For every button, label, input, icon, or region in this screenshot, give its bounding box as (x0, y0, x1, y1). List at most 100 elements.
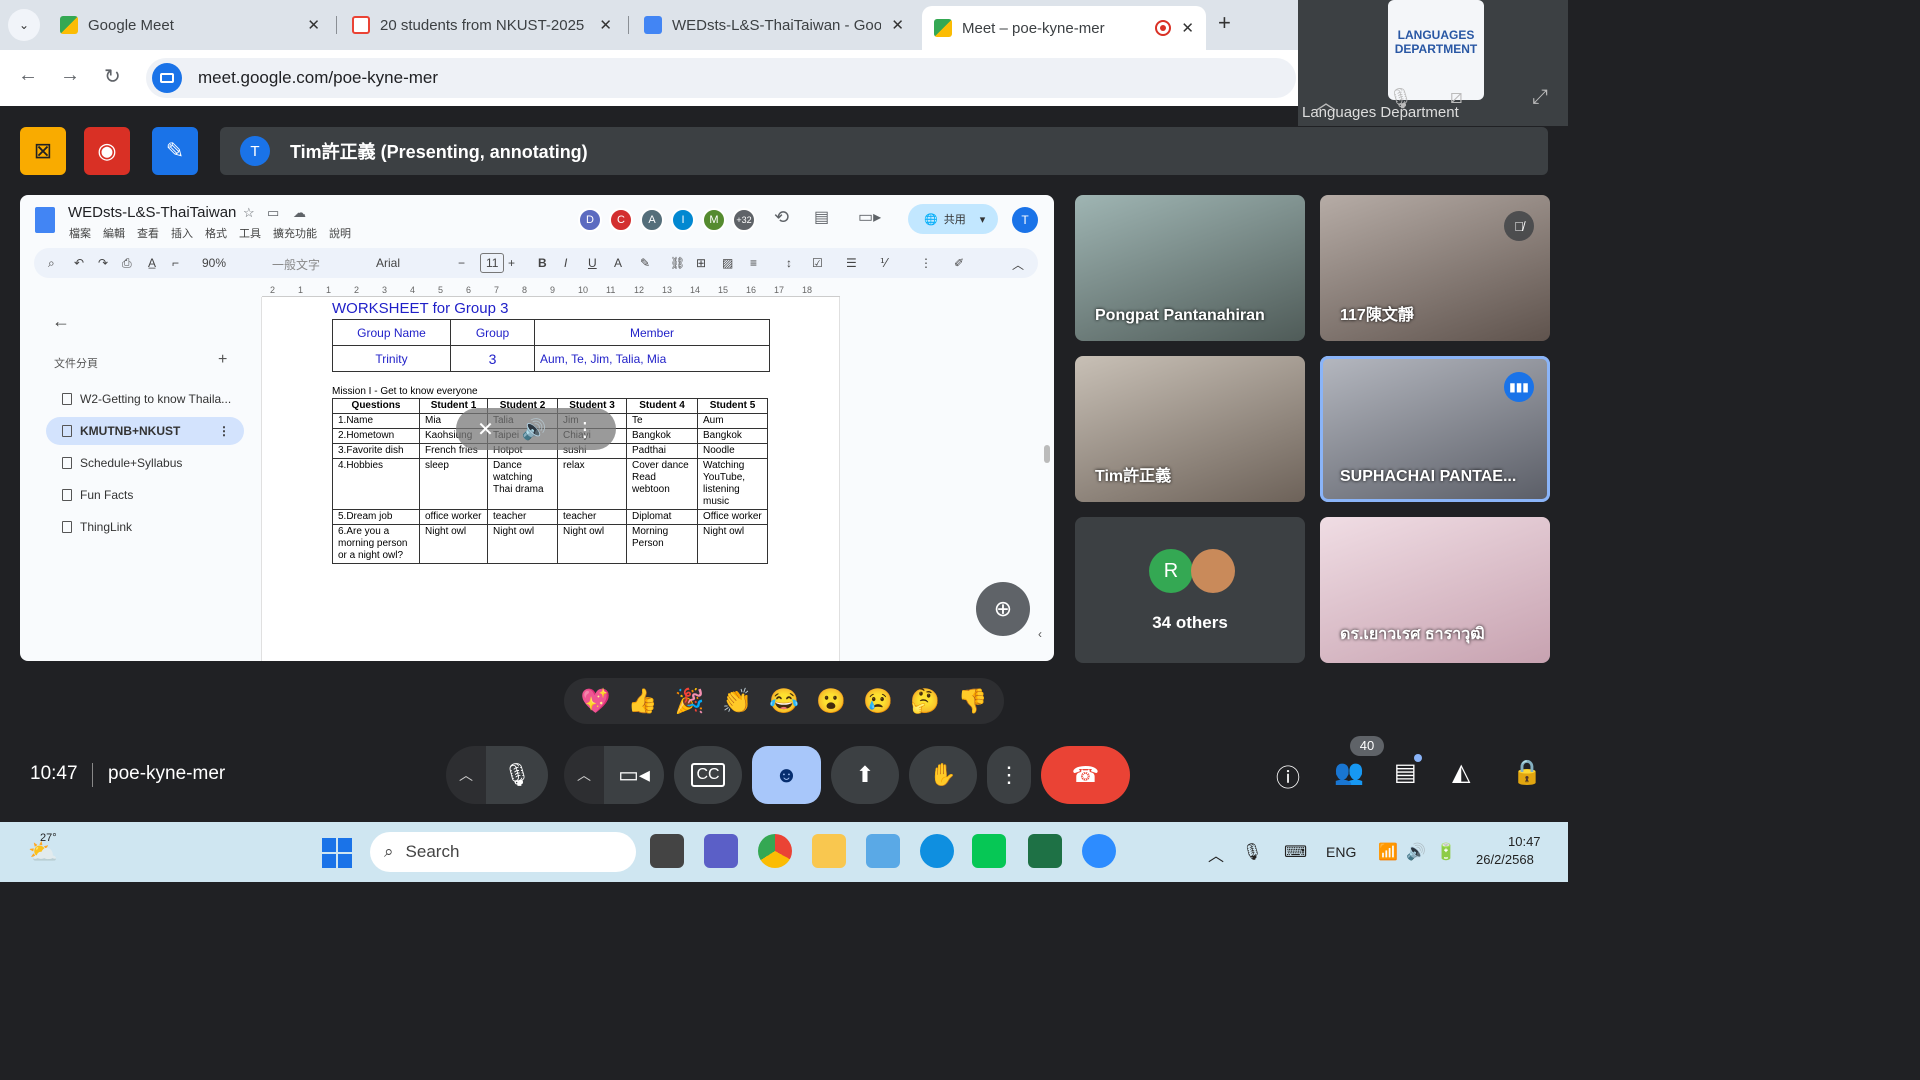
collaborator-avatar[interactable]: C (609, 208, 633, 232)
microphone-icon[interactable]: 🎙 (1242, 842, 1262, 862)
collaborator-avatar[interactable]: I (671, 208, 695, 232)
task-view-icon[interactable] (650, 834, 684, 868)
link-icon[interactable]: ⛓ (670, 256, 685, 270)
outline-item[interactable]: ThingLink (46, 513, 244, 541)
more-vert-icon[interactable]: ⋮ (920, 256, 932, 270)
recording-button[interactable]: ◉ (84, 127, 130, 175)
video-options-button[interactable]: ︿ (564, 746, 604, 804)
file-explorer-icon[interactable] (812, 834, 846, 868)
checklist-icon[interactable]: ☑ (812, 256, 823, 270)
stop-presenting-button[interactable]: ⊠ (20, 127, 66, 175)
star-icon[interactable]: ☆ (243, 205, 255, 221)
others-tile[interactable]: R 34 others (1075, 517, 1305, 663)
highlight-icon[interactable]: ✎ (640, 256, 650, 270)
expand-icon[interactable]: ⤢ (1532, 86, 1548, 109)
zoom-in-button[interactable]: ⊕ (976, 582, 1030, 636)
participant-tile[interactable]: Tim許正義 (1075, 356, 1305, 502)
annotate-button[interactable]: ✎ (152, 127, 198, 175)
line-spacing-icon[interactable]: ↕ (786, 256, 792, 270)
teams-icon[interactable] (704, 834, 738, 868)
speaker-icon[interactable]: 🔊 (522, 417, 547, 442)
collapse-toolbar-icon[interactable]: ︿ (1012, 256, 1024, 273)
reactions-button[interactable]: ☻ (752, 746, 821, 804)
start-button[interactable] (322, 838, 352, 868)
share-button[interactable]: 🌐 共用 ▾ (908, 204, 998, 234)
redo-icon[interactable]: ↷ (98, 256, 108, 270)
meet-present-icon[interactable]: ▭▸ (858, 207, 881, 227)
underline-icon[interactable]: U (588, 256, 597, 270)
paint-format-icon[interactable]: ⌐ (172, 256, 179, 270)
outline-item[interactable]: W2-Getting to know Thaila... (46, 385, 244, 413)
activities-icon[interactable]: ◭ (1452, 758, 1470, 787)
back-arrow-icon[interactable]: ← (52, 311, 70, 332)
chrome-icon[interactable] (758, 834, 792, 868)
camera-button[interactable]: ▭◂ (604, 746, 664, 804)
chevron-left-icon[interactable]: ‹ (1038, 627, 1042, 641)
menu-item[interactable]: 編輯 (103, 225, 125, 241)
tab-search-button[interactable]: ⌄ (8, 9, 40, 41)
keyboard-icon[interactable]: ⌨ (1284, 842, 1307, 862)
reaction-laughing[interactable]: 😂 (769, 687, 799, 716)
font-size-field[interactable]: 11 (480, 253, 505, 273)
tab-gmail[interactable]: 20 students from NKUST-2025 ✕ (340, 8, 624, 42)
bold-icon[interactable]: B (538, 256, 547, 270)
editing-mode-icon[interactable]: ✐ (954, 256, 964, 270)
outline-item-selected[interactable]: KMUTNB+NKUST ⋮ (46, 417, 244, 445)
decrease-font-icon[interactable]: − (458, 256, 465, 270)
battery-icon[interactable]: 🔋 (1436, 842, 1456, 862)
search-icon[interactable]: ⌕ (48, 256, 55, 271)
edge-icon[interactable] (920, 834, 954, 868)
reaction-crying[interactable]: 😢 (863, 687, 893, 716)
reaction-thumbs-up[interactable]: 👍 (628, 687, 658, 716)
reaction-sparkling-heart[interactable]: 💖 (581, 687, 611, 716)
doc-title[interactable]: WEDsts-L&S-ThaiTaiwan (68, 204, 236, 221)
present-now-button[interactable]: ⬆ (831, 746, 899, 804)
zoom-select[interactable]: 90% (202, 256, 226, 270)
leave-call-button[interactable]: ☎ (1041, 746, 1130, 804)
increase-font-icon[interactable]: + (508, 256, 515, 270)
align-icon[interactable]: ≡ (750, 256, 757, 270)
undo-icon[interactable]: ↶ (74, 256, 84, 270)
reaction-clapping[interactable]: 👏 (722, 687, 752, 716)
comment-icon[interactable]: ▤ (814, 207, 829, 227)
scrollbar-thumb[interactable] (1044, 445, 1050, 463)
reaction-thinking[interactable]: 🤔 (910, 687, 940, 716)
captions-button[interactable]: CC (674, 746, 742, 804)
more-vert-icon[interactable]: ⋮ (575, 417, 595, 442)
italic-icon[interactable]: I (564, 256, 567, 270)
tab-google-docs[interactable]: WEDsts-L&S-ThaiTaiwan - Goog ✕ (632, 8, 916, 42)
chat-icon[interactable]: ▤ (1394, 758, 1417, 787)
menu-item[interactable]: 查看 (137, 225, 159, 241)
participant-tile[interactable]: 🎙̸ 117陳文靜 (1320, 195, 1550, 341)
taskbar-search[interactable]: ⌕ Search (370, 832, 636, 872)
collaborator-avatar[interactable]: M (702, 208, 726, 232)
folder-icon[interactable]: ▭ (267, 205, 279, 221)
account-avatar[interactable]: T (1012, 207, 1038, 233)
reaction-thumbs-down[interactable]: 👎 (957, 687, 987, 716)
numbered-list-icon[interactable]: ⅟ (880, 256, 887, 270)
cloud-icon[interactable]: ☁ (293, 205, 306, 221)
more-options-button[interactable]: ⋮ (987, 746, 1031, 804)
host-controls-icon[interactable]: 🔒 (1512, 758, 1542, 787)
tab-close-icon[interactable]: ✕ (1181, 19, 1194, 37)
tab-close-icon[interactable]: ✕ (307, 16, 320, 34)
language-indicator[interactable]: ENG (1326, 844, 1356, 860)
audio-options-button[interactable]: ︿ (446, 746, 486, 804)
menu-item[interactable]: 插入 (171, 225, 193, 241)
volume-icon[interactable]: 🔊 (1406, 842, 1426, 862)
microphone-button[interactable]: 🎙 (486, 746, 548, 804)
forward-icon[interactable]: → (60, 64, 80, 87)
collaborator-avatar[interactable]: A (640, 208, 664, 232)
style-select[interactable]: 一般文字 (272, 256, 320, 273)
menu-item[interactable]: 擴充功能 (273, 225, 317, 241)
text-color-icon[interactable]: A (614, 256, 622, 270)
participant-tile-speaking[interactable]: ▮▮▮ SUPHACHAI PANTAE... (1320, 356, 1550, 502)
history-icon[interactable]: ⟲ (774, 207, 789, 228)
menu-item[interactable]: 檔案 (69, 225, 91, 241)
line-icon[interactable] (972, 834, 1006, 868)
back-icon[interactable]: ← (18, 64, 38, 87)
participant-tile[interactable]: ดร.เยาวเรศ ธาราวุฒิ (1320, 517, 1550, 663)
font-select[interactable]: Arial (376, 256, 400, 270)
zoom-icon[interactable] (1082, 834, 1116, 868)
tab-close-icon[interactable]: ✕ (599, 16, 612, 34)
